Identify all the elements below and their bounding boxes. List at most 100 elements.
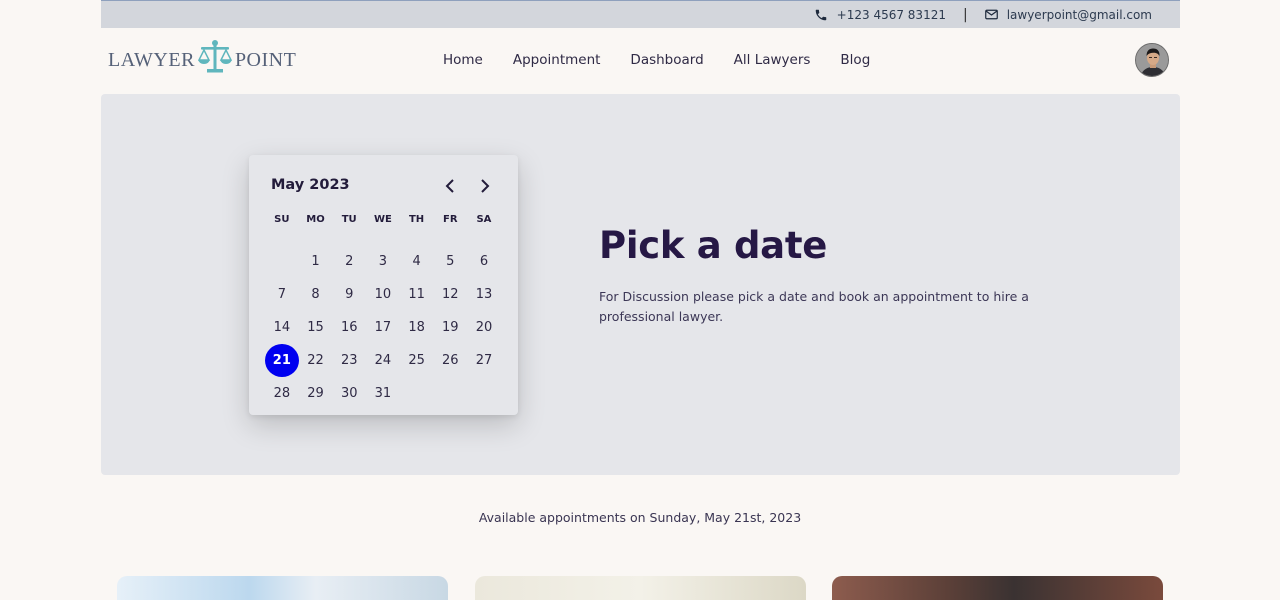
- main-nav: Home Appointment Dashboard All Lawyers B…: [443, 52, 870, 68]
- calendar-day-number: 19: [442, 320, 459, 335]
- calendar-day[interactable]: 18: [400, 311, 434, 344]
- calendar-day[interactable]: 11: [400, 278, 434, 311]
- date-picker: May 2023 SU MO TU WE TH FR SA 1 2 3 4 5 6 7 8 9 10 11 12 13…: [249, 155, 518, 415]
- calendar-day-number: 28: [273, 386, 291, 401]
- calendar-day[interactable]: 13: [467, 278, 501, 311]
- calendar-day-number: 25: [408, 353, 425, 368]
- calendar-day[interactable]: 8: [299, 278, 333, 311]
- available-appointments-text: Available appointments on Sunday, May 21…: [478, 510, 802, 525]
- calendar-day[interactable]: 23: [332, 344, 366, 377]
- calendar-day[interactable]: 3: [366, 245, 400, 278]
- calendar-day[interactable]: 19: [433, 311, 467, 344]
- nav-blog[interactable]: Blog: [840, 52, 870, 68]
- calendar-day-selected[interactable]: 21: [265, 344, 299, 377]
- calendar-day-number: 12: [442, 287, 459, 302]
- nav-home[interactable]: Home: [443, 52, 483, 68]
- phone-icon: [814, 8, 828, 22]
- appointment-card[interactable]: [832, 576, 1163, 600]
- calendar-day-number: 30: [340, 386, 358, 401]
- calendar-day[interactable]: 5: [433, 245, 467, 278]
- hero-description: For Discussion please pick a date and bo…: [599, 289, 1029, 324]
- calendar-grid: SU MO TU WE TH FR SA 1 2 3 4 5 6 7 8 9 10 11 12 13 14 15 16 17 1…: [265, 212, 501, 410]
- calendar-day-number: 24: [374, 353, 392, 368]
- brand-text-left: LAWYER: [108, 48, 195, 71]
- mail-icon: [984, 9, 998, 20]
- calendar-day[interactable]: 29: [299, 377, 333, 410]
- calendar-day-number: 7: [277, 287, 286, 302]
- calendar-day[interactable]: 28: [265, 377, 299, 410]
- calendar-day[interactable]: 22: [299, 344, 333, 377]
- email-address: lawyerpoint@gmail.com: [1006, 7, 1152, 22]
- next-month-button[interactable]: [477, 177, 493, 195]
- chevron-right-icon: [481, 179, 490, 193]
- weekday-header: SA: [476, 214, 492, 225]
- calendar-day[interactable]: 7: [265, 278, 299, 311]
- calendar-day[interactable]: 27: [467, 344, 501, 377]
- chevron-left-icon: [445, 179, 454, 193]
- calendar-day[interactable]: 31: [366, 377, 400, 410]
- nav-appointment[interactable]: Appointment: [513, 52, 601, 68]
- weekday-header: MO: [306, 214, 325, 225]
- calendar-day-number: 18: [408, 320, 425, 335]
- calendar-day-number: 6: [479, 254, 489, 269]
- calendar-day-number: 8: [311, 287, 320, 302]
- calendar-day[interactable]: 15: [299, 311, 333, 344]
- calendar-empty-cell: [265, 245, 299, 278]
- brand-logo[interactable]: LAWYER POINT: [108, 40, 296, 80]
- calendar-day-number: 3: [378, 254, 388, 269]
- calendar-day[interactable]: 10: [366, 278, 400, 311]
- weekday-header: TU: [341, 214, 357, 225]
- weekday-header: SU: [274, 214, 290, 225]
- calendar-month-label: May 2023: [271, 177, 350, 193]
- page-title: Pick a date: [599, 224, 828, 267]
- calendar-day-number: 13: [475, 287, 493, 302]
- nav-dashboard[interactable]: Dashboard: [630, 52, 703, 68]
- user-avatar[interactable]: [1135, 43, 1169, 77]
- calendar-day[interactable]: 16: [332, 311, 366, 344]
- calendar-day-number: 21: [265, 344, 299, 377]
- weekday-header: FR: [443, 214, 458, 225]
- calendar-day[interactable]: 25: [400, 344, 434, 377]
- calendar-day-number: 22: [307, 353, 324, 368]
- calendar-day-number: 31: [374, 386, 392, 401]
- calendar-day[interactable]: 4: [400, 245, 434, 278]
- calendar-day-number: 4: [412, 254, 421, 269]
- appointment-card[interactable]: [475, 576, 806, 600]
- calendar-day-number: 23: [340, 353, 358, 368]
- contact-separator: |: [962, 6, 968, 23]
- appointment-card[interactable]: [117, 576, 448, 600]
- calendar-day-number: 29: [307, 386, 324, 401]
- calendar-day[interactable]: 24: [366, 344, 400, 377]
- scales-of-justice-icon: [197, 39, 233, 81]
- calendar-day[interactable]: 26: [433, 344, 467, 377]
- email-contact[interactable]: lawyerpoint@gmail.com: [984, 7, 1152, 22]
- calendar-day[interactable]: 1: [299, 245, 333, 278]
- calendar-day[interactable]: 20: [467, 311, 501, 344]
- calendar-day-number: 10: [374, 287, 392, 302]
- top-contact-bar: +123 4567 83121 | lawyerpoint@gmail.com: [101, 0, 1180, 28]
- calendar-day[interactable]: 2: [332, 245, 366, 278]
- weekday-header: TH: [408, 214, 425, 225]
- phone-contact[interactable]: +123 4567 83121: [814, 8, 946, 22]
- calendar-day[interactable]: 30: [332, 377, 366, 410]
- previous-month-button[interactable]: [442, 177, 458, 195]
- calendar-day[interactable]: 6: [467, 245, 501, 278]
- calendar-day-number: 26: [442, 353, 459, 368]
- calendar-day[interactable]: 12: [433, 278, 467, 311]
- calendar-day-number: 27: [475, 353, 493, 368]
- calendar-day-number: 20: [475, 320, 493, 335]
- calendar-day-number: 9: [345, 287, 354, 302]
- calendar-day-number: 11: [408, 287, 425, 302]
- calendar-day[interactable]: 9: [332, 278, 366, 311]
- phone-number: +123 4567 83121: [836, 7, 946, 22]
- calendar-day-number: 16: [340, 320, 358, 335]
- calendar-day[interactable]: 14: [265, 311, 299, 344]
- calendar-day[interactable]: 17: [366, 311, 400, 344]
- brand-text-right: POINT: [234, 48, 297, 71]
- calendar-day-number: 17: [374, 320, 392, 335]
- calendar-day-number: 2: [345, 254, 354, 269]
- nav-all-lawyers[interactable]: All Lawyers: [734, 52, 811, 68]
- calendar-day-number: 14: [273, 320, 291, 335]
- weekday-header: WE: [373, 214, 392, 225]
- calendar-day-number: 5: [446, 254, 455, 269]
